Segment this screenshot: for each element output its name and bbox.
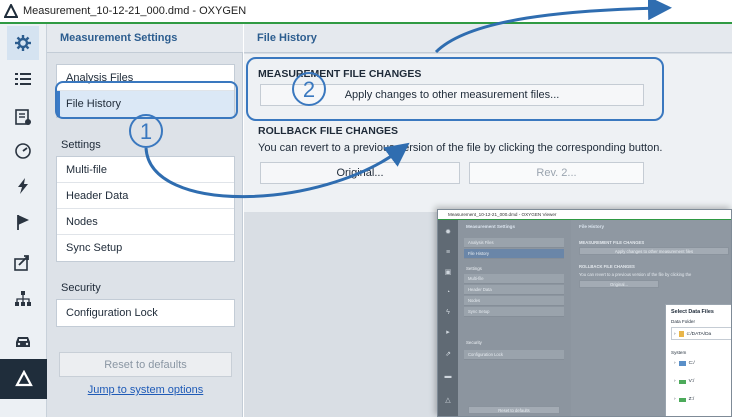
- oxygen-app-icon: [4, 4, 18, 18]
- inset-gear-icon: ✹: [445, 229, 451, 236]
- page-title: File History: [244, 24, 732, 53]
- oxygen-logo-icon[interactable]: [0, 359, 47, 399]
- chevron-right-icon: ›: [674, 397, 676, 402]
- folder-icon: [678, 331, 684, 337]
- nav-item-label: Multi-file: [66, 163, 107, 176]
- export-icon[interactable]: [7, 247, 39, 277]
- rollback-file-changes-title: ROLLBACK FILE CHANGES: [258, 125, 398, 137]
- chevron-right-icon: ›: [674, 331, 676, 337]
- chevron-right-icon: ›: [674, 379, 676, 384]
- inset-settings-label: Settings: [466, 266, 482, 271]
- drive-label: V:/: [688, 379, 695, 384]
- original-version-button[interactable]: Original...: [260, 162, 460, 184]
- select-data-files-dialog: Select Data Files Data Folder › c:/DATA/…: [665, 304, 731, 416]
- inset-reset-button: Reset to defaults: [468, 406, 560, 414]
- inset-icon-rail: ✹ ≡ ▣ ◔ ϟ ▸ ⇗ ▬ △: [438, 220, 458, 416]
- measurement-file-changes-title: MEASUREMENT FILE CHANGES: [258, 68, 422, 80]
- drive-icon: [678, 361, 686, 366]
- nav-header: Measurement Settings: [47, 24, 243, 53]
- inset-logo-icon: △: [445, 397, 451, 404]
- drive-label: Z:/: [688, 397, 695, 402]
- reset-to-defaults-button[interactable]: Reset to defaults: [59, 352, 232, 377]
- title-bar: Measurement_10-12-21_000.dmd - OXYGEN: [0, 0, 732, 24]
- nav-item-analysis-files[interactable]: Analysis Files: [57, 65, 234, 91]
- rollback-description: You can revert to a previous version of …: [258, 142, 663, 154]
- settings-gear-icon[interactable]: [7, 26, 39, 60]
- data-folder-label: Data Folder: [671, 319, 696, 324]
- nav-item-label: Configuration Lock: [66, 307, 158, 319]
- settings-section-label: Settings: [61, 139, 101, 151]
- inset-report-icon: ▣: [444, 269, 452, 276]
- inset-flag-icon: ▸: [446, 329, 450, 336]
- icon-rail: [0, 24, 47, 417]
- play-flag-icon[interactable]: [7, 207, 39, 237]
- car-icon[interactable]: [7, 327, 39, 357]
- nav-item-nodes[interactable]: Nodes: [57, 209, 234, 235]
- chevron-right-icon: ›: [674, 361, 676, 366]
- nav-item-label: Header Data: [66, 189, 129, 202]
- jump-to-system-options-link[interactable]: Jump to system options: [59, 384, 232, 396]
- inset-measurement-title: MEASUREMENT FILE CHANGES: [579, 240, 645, 245]
- inset-nav-item: Analysis Files: [464, 238, 564, 248]
- inset-apply-button: Apply changes to other measurement files: [579, 247, 729, 255]
- inset-nav-item: Configuration Lock: [464, 350, 564, 360]
- nav-item-header-data[interactable]: Header Data: [57, 183, 234, 209]
- rev-2-button[interactable]: Rev. 2...: [469, 162, 644, 184]
- inset-title-bar: Measurement_10-12-21_000.dmd - OXYGEN Vi…: [438, 210, 731, 220]
- inset-list-icon: ≡: [445, 249, 451, 256]
- drive-row[interactable]: › Z:/: [674, 397, 694, 402]
- inset-nav-item: Sync Setup: [464, 307, 564, 317]
- inset-main-header: File History: [579, 224, 605, 229]
- inset-gauge-icon: ◔: [445, 289, 451, 296]
- nav-group-security: Configuration Lock: [56, 299, 235, 327]
- nav-group-settings: Multi-file Header Data Nodes Sync Setup: [56, 156, 235, 262]
- inset-rollback-title: ROLLBACK FILE CHANGES: [579, 264, 635, 269]
- inset-security-label: Security: [466, 340, 482, 345]
- window-title: Measurement_10-12-21_000.dmd - OXYGEN: [23, 5, 247, 17]
- data-folder-path: c:/DATA/Da: [686, 331, 712, 337]
- nav-item-file-history[interactable]: File History: [57, 91, 234, 117]
- network-drive-icon: [678, 397, 686, 402]
- inset-nav-item: Nodes: [464, 296, 564, 306]
- inset-nav-header: Measurement Settings: [466, 224, 516, 229]
- inset-nav: Measurement Settings Analysis Files File…: [458, 220, 571, 416]
- inset-lightning-icon: ϟ: [446, 309, 450, 316]
- nav-item-label: Analysis Files: [66, 71, 134, 84]
- drive-label: C:/: [688, 361, 695, 366]
- nav-item-label: File History: [66, 98, 122, 110]
- list-icon[interactable]: [7, 64, 39, 94]
- inset-window-title: Measurement_10-12-21_000.dmd - OXYGEN Vi…: [448, 212, 557, 217]
- nav-item-label: Nodes: [66, 215, 98, 228]
- apply-changes-button[interactable]: Apply changes to other measurement files…: [260, 84, 644, 106]
- nav-item-label: Sync Setup: [66, 242, 123, 254]
- nav-item-sync-setup[interactable]: Sync Setup: [57, 235, 234, 261]
- inset-screenshot: Measurement_10-12-21_000.dmd - OXYGEN Vi…: [437, 209, 732, 417]
- network-drive-icon: [678, 379, 686, 384]
- lightning-icon[interactable]: [7, 171, 39, 201]
- inset-rollback-desc: You can revert to a previous version of …: [579, 272, 692, 277]
- drive-row[interactable]: › V:/: [674, 379, 694, 384]
- data-folder-row[interactable]: › c:/DATA/Da: [674, 331, 711, 337]
- nav-item-configuration-lock[interactable]: Configuration Lock: [57, 300, 234, 326]
- dialog-title: Select Data Files: [671, 309, 714, 315]
- nav-group-files: Analysis Files File History: [56, 64, 235, 118]
- inset-nav-item: Multi-file: [464, 274, 564, 284]
- file-history-panel: MEASUREMENT FILE CHANGES Apply changes t…: [244, 54, 732, 212]
- drive-row[interactable]: › C:/: [674, 361, 695, 366]
- settings-nav: Measurement Settings Analysis Files File…: [47, 24, 243, 417]
- nav-item-multi-file[interactable]: Multi-file: [57, 157, 234, 183]
- system-label: System: [671, 350, 687, 355]
- security-section-label: Security: [61, 282, 101, 294]
- report-icon[interactable]: [7, 102, 39, 132]
- inset-original-button: Original...: [579, 280, 659, 288]
- inset-export-icon: ⇗: [445, 351, 451, 358]
- gauge-icon[interactable]: [7, 136, 39, 166]
- inset-car-icon: ▬: [444, 373, 452, 380]
- inset-nav-item: Header Data: [464, 285, 564, 295]
- network-icon[interactable]: [7, 284, 39, 314]
- inset-nav-item: File History: [464, 249, 564, 259]
